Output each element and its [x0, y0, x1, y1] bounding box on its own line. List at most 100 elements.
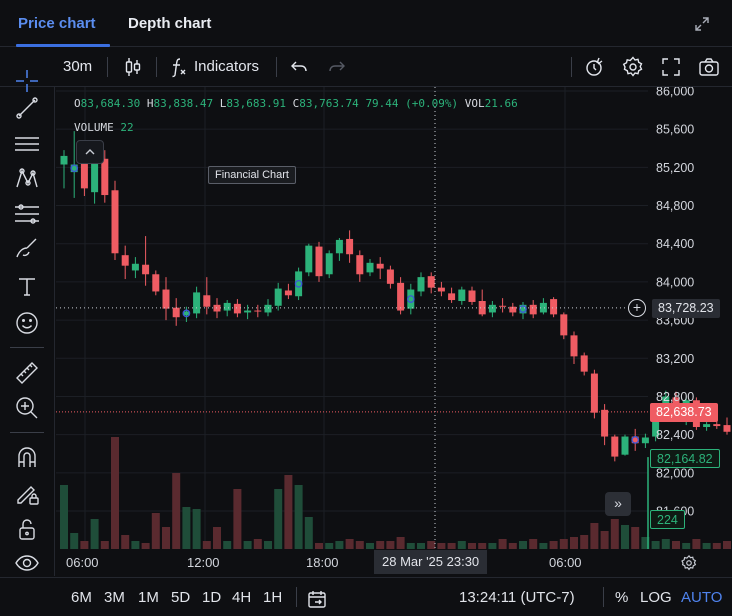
settings-icon[interactable] — [621, 55, 645, 79]
volume-bar — [121, 535, 130, 549]
axis-settings-icon[interactable] — [680, 554, 698, 572]
volume-bar — [590, 523, 599, 549]
candle-body — [346, 238, 354, 255]
candle-body — [621, 436, 629, 455]
range-1h-button[interactable]: 1H — [263, 578, 282, 616]
range-6m-button[interactable]: 6M — [71, 578, 92, 616]
text-icon[interactable] — [13, 273, 41, 301]
price-chart-pane[interactable]: 86,000 85,600 85,200 84,800 84,400 84,000 83,6… — [56, 87, 732, 576]
add-alert-plus-icon[interactable]: + — [628, 299, 646, 317]
range-1m-button[interactable]: 1M — [138, 578, 159, 616]
drawing-toolbar — [0, 70, 55, 577]
volume-bar — [345, 539, 354, 549]
clock-display[interactable]: 13:24:11 (UTC-7) — [459, 578, 575, 616]
volume-bar — [723, 541, 731, 549]
chart-toolbar: 30m Indicators — [0, 47, 732, 87]
candle-body — [172, 307, 180, 318]
price-axis-label: 84,800 — [656, 199, 694, 213]
volume-bar — [417, 543, 425, 549]
magnet-icon[interactable] — [13, 443, 41, 471]
volume-bar — [580, 535, 589, 549]
volume-bar — [366, 543, 374, 549]
redo-icon[interactable] — [325, 55, 349, 79]
unlock-icon[interactable] — [13, 515, 41, 543]
volume-bar — [253, 539, 262, 549]
candle-body — [407, 289, 415, 309]
chevron-up-icon — [85, 149, 95, 155]
range-1d-button[interactable]: 1D — [202, 578, 221, 616]
zoom-in-icon[interactable] — [13, 394, 41, 422]
crosshair-price-tag: 83,728.23 — [652, 299, 720, 318]
volume-bar — [141, 543, 150, 549]
volume-bar — [355, 541, 364, 549]
ruler-icon[interactable] — [13, 359, 41, 387]
alert-icon[interactable] — [583, 55, 607, 79]
volume-bar — [396, 537, 405, 549]
candle-body — [468, 290, 476, 302]
candle-body — [284, 290, 292, 296]
last-price-tag: 82,638.73 — [650, 403, 718, 422]
toolbar-divider — [276, 57, 277, 77]
candle-body — [529, 304, 537, 315]
function-icon[interactable] — [167, 55, 191, 79]
expand-icon[interactable] — [692, 14, 712, 34]
pattern-icon[interactable] — [13, 165, 41, 193]
candle-body — [590, 373, 598, 413]
volume-bar — [427, 541, 436, 549]
tab-depth-chart[interactable]: Depth chart — [128, 0, 211, 47]
volume-legend: VOLUME 22 — [74, 121, 134, 134]
candle-body — [376, 263, 384, 269]
volume-bar — [488, 543, 497, 549]
collapse-legend-button[interactable] — [76, 140, 104, 164]
open-key: O — [74, 97, 81, 110]
range-5d-button[interactable]: 5D — [171, 578, 190, 616]
indicators-button[interactable]: Indicators — [194, 47, 259, 87]
volume-key: VOLUME — [74, 121, 114, 134]
volume-tag: 224 — [650, 510, 685, 529]
candle-body — [121, 255, 129, 266]
candle-body — [437, 287, 445, 292]
horizontal-lines-icon[interactable] — [13, 130, 41, 158]
range-4h-button[interactable]: 4H — [232, 578, 251, 616]
date-range-icon[interactable] — [306, 586, 328, 610]
trend-line-icon[interactable] — [13, 94, 41, 122]
undo-icon[interactable] — [287, 55, 311, 79]
candle-body — [101, 158, 109, 196]
candle-type-icon[interactable] — [121, 55, 145, 79]
brush-icon[interactable] — [13, 235, 41, 263]
crosshair-icon[interactable] — [13, 67, 41, 95]
interval-selector[interactable]: 30m — [63, 47, 92, 87]
time-label: 06:00 — [549, 555, 582, 570]
log-scale-button[interactable]: LOG — [640, 578, 672, 616]
candle-body — [223, 302, 231, 311]
price-axis-label: 85,200 — [656, 161, 694, 175]
candle-body — [142, 264, 150, 275]
percent-scale-button[interactable]: % — [615, 578, 628, 616]
volume-bar — [682, 543, 691, 549]
volume-bar — [111, 437, 119, 549]
visibility-icon[interactable] — [13, 549, 41, 577]
camera-icon[interactable] — [697, 55, 721, 79]
auto-scale-button[interactable]: AUTO — [681, 578, 722, 616]
volume-bar — [162, 527, 170, 549]
fibonacci-icon[interactable] — [13, 200, 41, 228]
emoji-icon[interactable] — [13, 309, 41, 337]
volume-bar — [80, 541, 89, 549]
fullscreen-icon[interactable] — [659, 55, 683, 79]
volume-bar — [447, 543, 456, 549]
volume-bar — [519, 541, 527, 549]
low-value: 83,683.91 — [226, 97, 286, 110]
volume-bar — [70, 533, 79, 549]
lock-drawing-icon[interactable] — [13, 479, 41, 507]
close-value: 83,763.74 — [299, 97, 359, 110]
scroll-to-realtime-button[interactable]: » — [605, 492, 631, 516]
candle-body — [417, 277, 425, 292]
volume-bar — [264, 541, 272, 549]
range-3m-button[interactable]: 3M — [104, 578, 125, 616]
candle-body — [295, 271, 303, 297]
candle-body — [254, 310, 262, 312]
tab-price-chart[interactable]: Price chart — [18, 0, 96, 47]
high-value: 83,838.47 — [153, 97, 214, 110]
volume-bar — [610, 519, 619, 549]
candle-body — [315, 246, 323, 277]
